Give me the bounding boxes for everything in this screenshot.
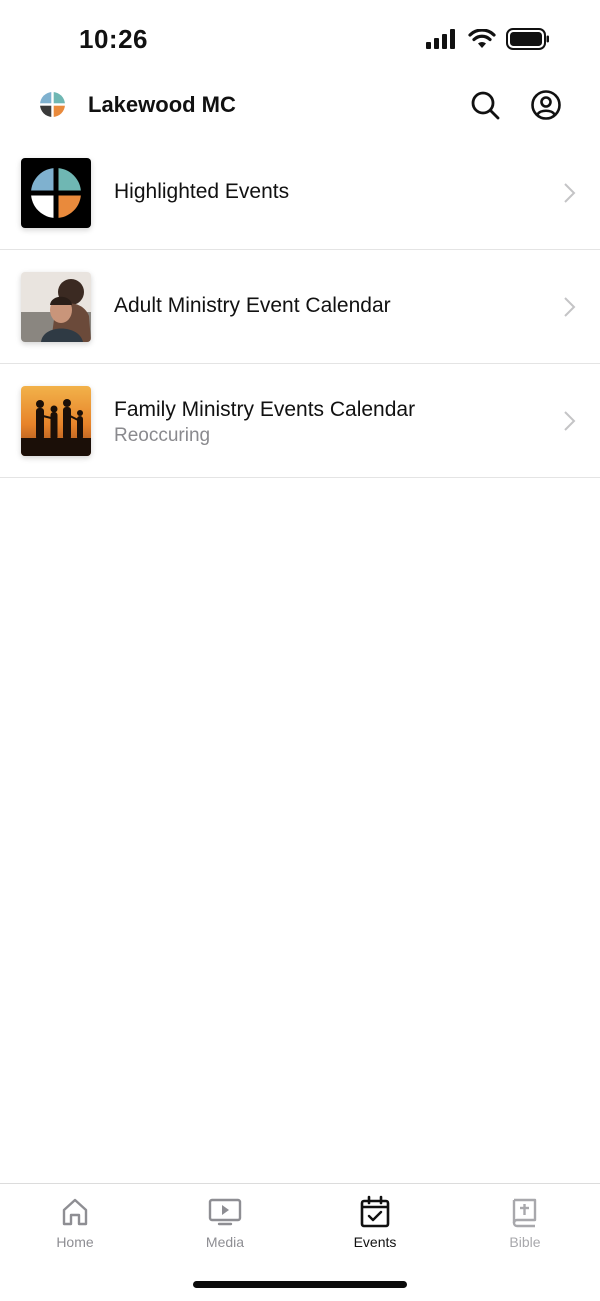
tab-bible[interactable]: Bible <box>450 1184 600 1264</box>
tab-events[interactable]: Events <box>300 1184 450 1264</box>
event-title: Family Ministry Events Calendar <box>114 398 416 421</box>
tab-label: Bible <box>509 1234 541 1250</box>
church-logo-icon <box>30 167 82 219</box>
media-icon <box>208 1198 242 1226</box>
search-button[interactable] <box>468 88 502 122</box>
tab-label: Events <box>353 1234 397 1250</box>
wifi-icon <box>468 29 496 48</box>
home-indicator[interactable] <box>193 1281 407 1288</box>
tab-label: Home <box>56 1234 94 1250</box>
family-sunset-photo-icon <box>21 386 91 456</box>
bible-icon <box>512 1198 537 1228</box>
highlighted-events-thumbnail <box>21 158 91 228</box>
home-icon <box>62 1198 88 1226</box>
chevron-right-icon <box>564 183 576 203</box>
church-logo-icon <box>40 92 65 117</box>
user-circle-icon <box>531 90 561 120</box>
event-list: Highlighted Events Adult Ministry Event … <box>0 136 600 478</box>
chevron-right-icon <box>564 411 576 431</box>
chevron-right-icon <box>564 297 576 317</box>
app-header: Lakewood MC <box>0 78 600 138</box>
event-title: Adult Ministry Event Calendar <box>114 294 391 317</box>
event-subtitle: Reoccuring <box>114 425 211 446</box>
calendar-check-icon <box>360 1195 390 1228</box>
list-item-highlighted-events[interactable]: Highlighted Events <box>0 136 600 250</box>
battery-icon <box>506 28 549 50</box>
tab-media[interactable]: Media <box>150 1184 300 1264</box>
list-item-family-ministry[interactable]: Family Ministry Events Calendar Reoccuri… <box>0 364 600 478</box>
status-bar: 10:26 <box>0 0 600 80</box>
adult-ministry-thumbnail <box>21 272 91 342</box>
tab-home[interactable]: Home <box>0 1184 150 1264</box>
family-ministry-thumbnail <box>21 386 91 456</box>
cellular-signal-icon <box>426 29 455 49</box>
app-title: Lakewood MC <box>88 92 236 117</box>
people-photo-icon <box>21 272 91 342</box>
search-icon <box>471 91 500 120</box>
status-icons <box>426 28 550 50</box>
event-title: Highlighted Events <box>114 180 290 203</box>
list-item-adult-ministry[interactable]: Adult Ministry Event Calendar <box>0 250 600 364</box>
tab-label: Media <box>205 1234 245 1250</box>
profile-button[interactable] <box>529 88 563 122</box>
status-time: 10:26 <box>79 24 148 54</box>
